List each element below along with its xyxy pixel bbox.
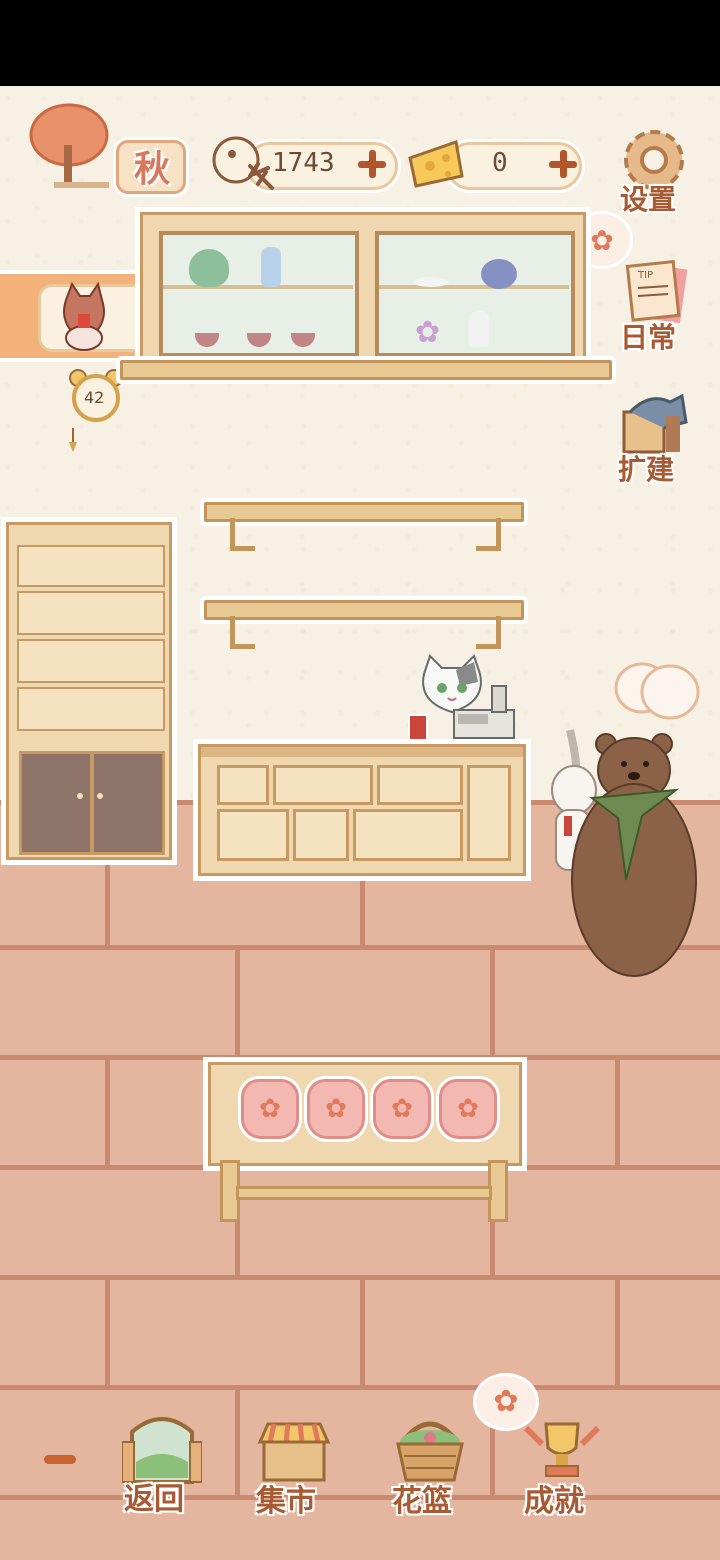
tree-icon	[24, 100, 124, 190]
green-vase-icon	[189, 249, 229, 287]
white-plate-icon	[413, 277, 449, 287]
tall-bookcase[interactable]	[6, 522, 172, 860]
glass-display-cabinet[interactable]: ✿	[140, 212, 586, 366]
flower-basket-icon	[390, 1418, 470, 1484]
jar-display-table[interactable]: ✿ ✿ ✿ ✿	[208, 1062, 522, 1166]
shelf-bracket-icon	[476, 616, 501, 649]
paint-bucket-icon	[620, 392, 690, 456]
lucky-cat-icon	[52, 278, 116, 354]
settings-button[interactable]: 设置	[614, 124, 694, 216]
cheese-count: 0	[492, 148, 508, 178]
alarm-clock-timer[interactable]: 42	[68, 366, 124, 422]
flower-jar-2[interactable]: ✿	[307, 1079, 365, 1139]
svg-text:TIP: TIP	[637, 270, 653, 281]
nav-basket-label: 花篮	[392, 1484, 452, 1519]
timer-value: 42	[84, 388, 105, 407]
flower-jar-3[interactable]: ✿	[373, 1079, 431, 1139]
add-cheese-button[interactable]	[546, 147, 580, 181]
nav-achievement-button[interactable]: 成就	[518, 1418, 608, 1519]
daily-button[interactable]: TIP 日常	[614, 259, 694, 354]
add-fish-button[interactable]	[355, 147, 389, 181]
flower-jar-1[interactable]: ✿	[241, 1079, 299, 1139]
season-badge[interactable]: 秋	[24, 100, 186, 194]
daily-label: 日常	[620, 321, 677, 354]
shop-counter[interactable]	[198, 744, 526, 876]
cabinet-base-shelf	[120, 360, 612, 380]
pendant-icon	[68, 428, 78, 454]
lucky-cat-slot[interactable]	[0, 274, 158, 358]
notepad-icon: TIP	[624, 259, 688, 324]
cabinet-door-right[interactable]	[91, 751, 165, 855]
fish-count: 1743	[272, 148, 335, 178]
expand-label: 扩建	[618, 453, 675, 486]
nav-back-label: 返回	[124, 1482, 184, 1517]
cabinet-door-left[interactable]	[19, 751, 93, 855]
flower-decor-icon: ✿	[415, 315, 441, 350]
season-label: 秋	[134, 149, 171, 190]
red-snack-box-icon	[408, 714, 428, 742]
shelf-bracket-icon	[476, 518, 501, 551]
status-bar	[0, 0, 720, 86]
expand-button[interactable]: 扩建	[614, 392, 694, 486]
white-bottle-icon	[469, 311, 489, 347]
blue-pot-icon	[481, 259, 517, 289]
nav-achievement-label: 成就	[524, 1484, 584, 1519]
market-stall-icon	[254, 1418, 334, 1484]
shelf-bracket-icon	[230, 616, 255, 649]
nav-back-button[interactable]: 返回	[118, 1412, 208, 1517]
table-rail	[236, 1186, 492, 1200]
nav-basket-button[interactable]: 花篮	[386, 1418, 476, 1519]
speech-bubble-icon[interactable]	[610, 660, 702, 722]
blue-bottle-icon	[261, 247, 281, 287]
collapse-nav-button[interactable]	[44, 1455, 76, 1464]
nav-market-label: 集市	[256, 1484, 316, 1519]
flower-jar-4[interactable]: ✿	[439, 1079, 497, 1139]
settings-label: 设置	[620, 183, 677, 216]
svg-text:✿: ✿	[590, 224, 613, 257]
shelf-bracket-icon	[230, 518, 255, 551]
cheese-icon	[406, 136, 466, 192]
nav-market-button[interactable]: 集市	[250, 1418, 340, 1519]
bear-customer[interactable]	[566, 730, 702, 986]
cash-register-icon[interactable]	[452, 682, 518, 742]
trophy-icon	[522, 1418, 602, 1484]
